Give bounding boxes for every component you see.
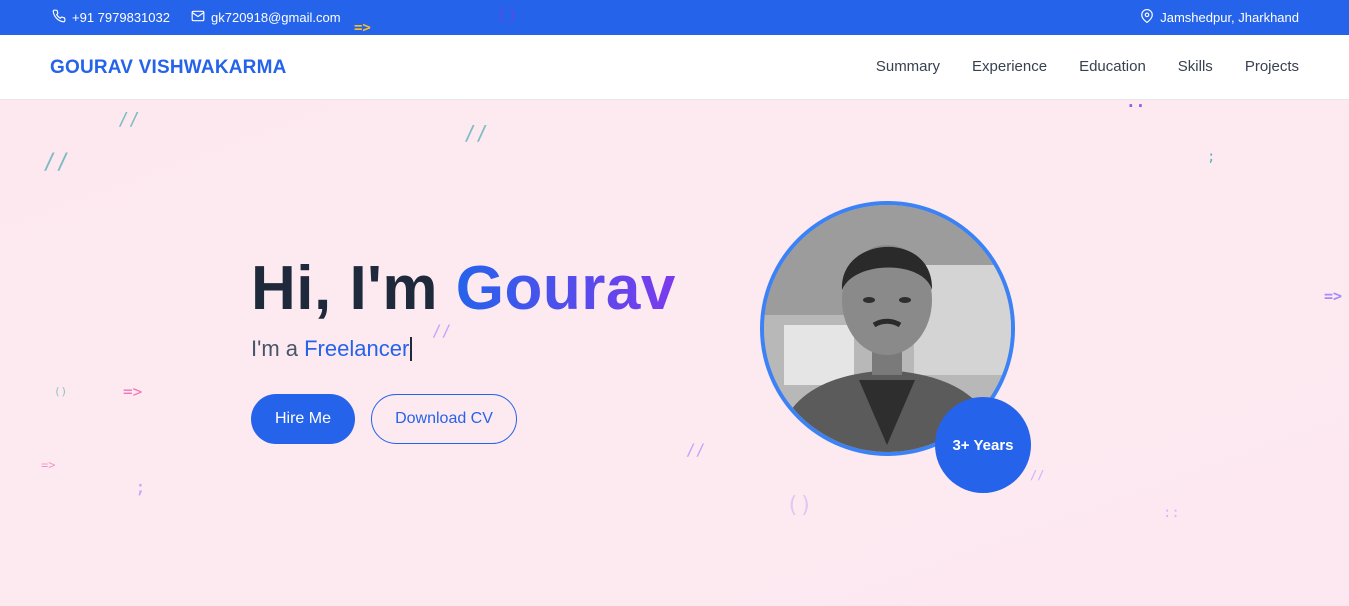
phone-text: +91 7979831032 — [72, 10, 170, 25]
nav-link-skills[interactable]: Skills — [1178, 58, 1213, 75]
nav-link-summary[interactable]: Summary — [876, 58, 940, 75]
typing-cursor — [410, 337, 413, 361]
nav-link-experience[interactable]: Experience — [972, 58, 1047, 75]
deco-parens: () — [786, 493, 813, 518]
deco-arrow: => — [354, 20, 371, 36]
deco-slashes: // — [118, 109, 140, 130]
phone-contact[interactable]: +91 7979831032 — [52, 9, 170, 26]
deco-arrow: => — [123, 382, 143, 401]
hero-name: Gourav — [455, 254, 676, 323]
greeting-text: Hi, I'm — [251, 254, 456, 323]
brand-logo[interactable]: GOURAV VISHWAKARMA — [50, 57, 287, 79]
mail-icon — [191, 9, 205, 26]
hero-subline: I'm a Freelancer — [251, 336, 413, 362]
typed-role: Freelancer — [304, 336, 410, 361]
subline-prefix: I'm a — [251, 336, 305, 361]
deco-slashes: // — [43, 150, 70, 175]
nav-menu: Summary Experience Education Skills Proj… — [876, 58, 1299, 75]
hire-me-button[interactable]: Hire Me — [251, 394, 355, 444]
deco-parens: () — [54, 385, 68, 398]
deco-arrow: => — [1324, 287, 1343, 305]
deco-arrow: => — [41, 458, 56, 472]
location-text: Jamshedpur, Jharkhand — [1160, 10, 1299, 25]
navbar: GOURAV VISHWAKARMA Summary Experience Ed… — [0, 35, 1349, 100]
deco-slashes: // — [1030, 468, 1045, 482]
deco-slashes: // — [464, 121, 489, 145]
deco-slashes: // — [686, 440, 706, 459]
deco-parens: () — [496, 5, 518, 26]
experience-badge: 3+ Years — [935, 397, 1031, 493]
nav-link-education[interactable]: Education — [1079, 58, 1146, 75]
deco-semicolon: ; — [135, 477, 146, 498]
top-contact-bar: +91 7979831032 gk720918@gmail.com Jamshe… — [0, 0, 1349, 36]
nav-link-projects[interactable]: Projects — [1245, 58, 1299, 75]
phone-icon — [52, 9, 66, 26]
location-pin-icon — [1140, 9, 1154, 26]
hero-headline: Hi, I'm Gourav — [251, 253, 676, 324]
deco-colons: :: — [1163, 505, 1180, 521]
email-text: gk720918@gmail.com — [211, 10, 341, 25]
location-contact: Jamshedpur, Jharkhand — [1140, 9, 1299, 26]
email-contact[interactable]: gk720918@gmail.com — [191, 9, 341, 26]
hero-section: // // // .. ; => // () => => ; // () // … — [0, 92, 1349, 606]
deco-semicolon: ; — [1207, 149, 1216, 165]
download-cv-button[interactable]: Download CV — [371, 394, 517, 444]
deco-dots: .. — [1126, 92, 1146, 111]
